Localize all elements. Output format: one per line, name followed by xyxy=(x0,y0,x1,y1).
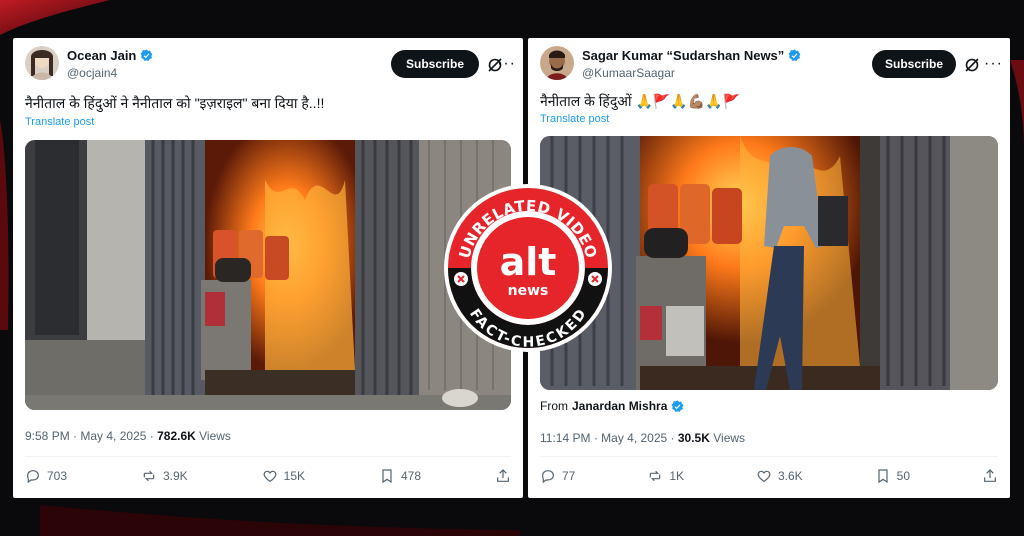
bookmark-button[interactable]: 478 xyxy=(379,468,421,484)
verified-badge-icon xyxy=(140,49,153,61)
share-button[interactable] xyxy=(982,468,998,484)
heart-icon xyxy=(757,470,771,483)
divider xyxy=(25,456,511,457)
share-icon xyxy=(497,469,509,482)
author-handle[interactable]: @ocjain4 xyxy=(67,66,117,80)
views-label: Views xyxy=(199,429,231,443)
repost-button[interactable]: 3.9K xyxy=(141,468,188,484)
bookmark-count: 50 xyxy=(896,469,910,483)
views-count: 782.6K xyxy=(157,429,196,443)
views-count: 30.5K xyxy=(677,431,710,445)
like-button[interactable]: 15K xyxy=(262,468,305,484)
reply-button[interactable]: 703 xyxy=(25,468,67,484)
post-time[interactable]: 11:14 PM xyxy=(540,431,590,445)
post-meta: 9:58 PM · May 4, 2025 · 782.6K Views xyxy=(25,429,231,443)
from-name[interactable]: Janardan Mishra xyxy=(572,399,667,413)
avatar[interactable] xyxy=(540,46,574,80)
avatar[interactable] xyxy=(25,46,59,80)
post-text: नैनीताल के हिंदुओं 🙏🚩🙏💪🏽🙏🚩 xyxy=(540,93,741,109)
x-mark-right-icon xyxy=(588,272,602,286)
bookmark-icon xyxy=(382,469,392,484)
reply-button[interactable]: 77 xyxy=(540,468,575,484)
badge-logo-subtext: news xyxy=(508,283,549,299)
translate-post-link[interactable]: Translate post xyxy=(25,116,94,128)
share-icon xyxy=(984,469,996,482)
repost-count: 1K xyxy=(669,469,685,483)
grok-icon[interactable] xyxy=(964,57,980,73)
verified-badge-icon xyxy=(671,400,684,412)
post-meta: 11:14 PM · May 4, 2025 · 30.5K Views xyxy=(540,431,746,445)
repost-icon xyxy=(143,470,155,482)
divider xyxy=(540,456,998,457)
post-text: नैनीताल के हिंदुओं ने नैनीताल को "इज़राइ… xyxy=(25,95,325,111)
verified-badge-icon xyxy=(788,49,801,61)
badge-logo-text: alt xyxy=(500,240,557,284)
reply-count: 703 xyxy=(47,469,68,483)
bookmark-button[interactable]: 50 xyxy=(875,468,910,484)
post-date[interactable]: May 4, 2025 xyxy=(80,429,146,443)
subscribe-button[interactable]: Subscribe xyxy=(391,50,479,78)
bookmark-count: 478 xyxy=(400,469,422,483)
bookmark-icon xyxy=(878,469,888,484)
share-button[interactable] xyxy=(495,468,511,484)
post-time[interactable]: 9:58 PM xyxy=(25,429,70,443)
heart-icon xyxy=(263,470,277,483)
tweet-header: Sagar Kumar “Sudarshan News” @KumaarSaag… xyxy=(540,46,1002,86)
translate-post-link[interactable]: Translate post xyxy=(540,113,609,125)
reply-count: 77 xyxy=(562,469,576,483)
from-label: From xyxy=(540,399,568,413)
video-thumbnail[interactable] xyxy=(25,140,511,410)
views-label: Views xyxy=(713,431,746,445)
reply-icon xyxy=(542,470,554,484)
repost-icon xyxy=(650,470,661,482)
repost-count: 3.9K xyxy=(163,469,188,483)
more-icon[interactable]: ··· xyxy=(497,55,516,73)
author-name[interactable]: Ocean Jain xyxy=(67,48,136,63)
action-bar: 703 3.9K 15K 478 xyxy=(25,468,511,484)
like-count: 15K xyxy=(283,469,306,483)
subscribe-button[interactable]: Subscribe xyxy=(872,50,956,78)
more-icon[interactable]: ··· xyxy=(984,55,1003,73)
repost-button[interactable]: 1K xyxy=(647,468,684,484)
x-mark-left-icon xyxy=(454,272,468,286)
tweet-header: Ocean Jain @ocjain4 Subscribe ··· xyxy=(25,46,515,86)
author-name[interactable]: Sagar Kumar “Sudarshan News” xyxy=(582,48,784,63)
action-bar: 77 1K 3.6K 50 xyxy=(540,468,998,484)
reply-icon xyxy=(27,470,39,484)
like-button[interactable]: 3.6K xyxy=(756,468,803,484)
fact-check-badge: UNRELATED VIDEO FACT-CHECKED alt news xyxy=(444,184,612,352)
author-handle[interactable]: @KumaarSaagar xyxy=(582,66,675,80)
post-date[interactable]: May 4, 2025 xyxy=(601,431,667,445)
like-count: 3.6K xyxy=(777,469,803,483)
video-source: From Janardan Mishra xyxy=(540,399,684,413)
